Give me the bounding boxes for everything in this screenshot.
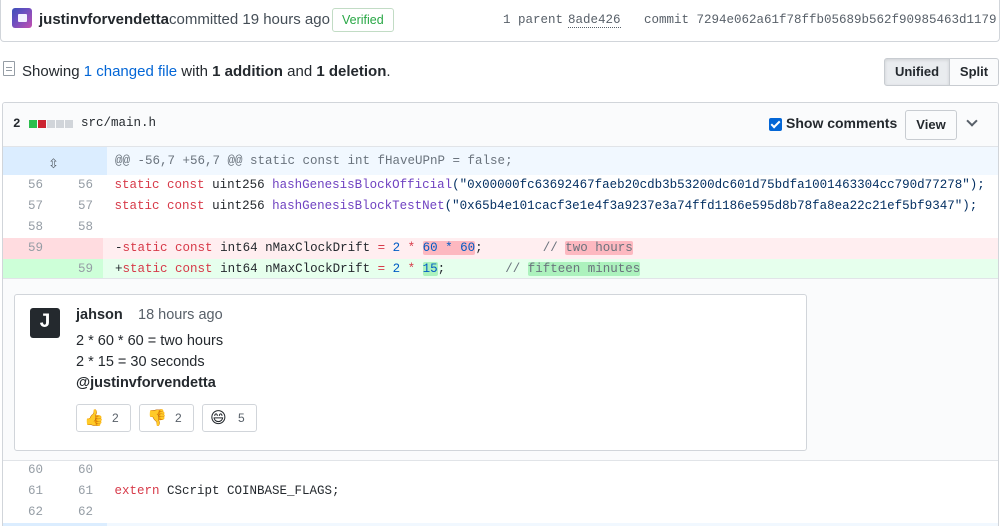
hunk-header: ⇳ @@ -56,7 +56,7 @@ static const int fHa…: [3, 147, 998, 175]
unified-view-button[interactable]: Unified: [884, 58, 950, 86]
diffstat-block: [29, 120, 37, 128]
file-name-link[interactable]: src/main.h: [81, 116, 156, 130]
comment-author-link[interactable]: jahson: [76, 307, 123, 323]
new-line-number[interactable]: 56: [53, 175, 103, 196]
commit-time: committed 19 hours ago: [169, 11, 330, 28]
new-line-number: [53, 238, 103, 259]
code-line: extern CScript COINBASE_FLAGS;: [114, 484, 340, 498]
diff-line: 58 58: [3, 217, 998, 238]
code-line: static const uint256 hashGenesisBlockOff…: [114, 178, 985, 192]
diffstat-block: [65, 120, 73, 128]
split-view-button[interactable]: Split: [949, 58, 999, 86]
inline-comment-thread: J jahson 18 hours ago 2 * 60 * 60 = two …: [3, 278, 998, 461]
commit-author-link[interactable]: justinvforvendetta: [39, 11, 169, 28]
comment: J jahson 18 hours ago 2 * 60 * 60 = two …: [14, 294, 807, 451]
diff-line: 60 60: [3, 460, 998, 481]
diff-line: 56 56 static const uint256 hashGenesisBl…: [3, 175, 998, 196]
reaction-thumbs-down-button[interactable]: 👎 2: [139, 404, 194, 432]
file-diff-icon: [3, 61, 15, 76]
diffstat-block: [47, 120, 55, 128]
thumbs-down-icon: 👎: [147, 408, 167, 427]
parent-label: 1 parent: [503, 13, 564, 27]
new-line-number[interactable]: 57: [53, 196, 103, 217]
added-line: 59 +static const int64 nMaxClockDrift = …: [3, 259, 998, 280]
thumbs-up-icon: 👍: [84, 408, 104, 427]
comment-body-line: 2 * 15 = 30 seconds: [76, 354, 205, 370]
new-line-number[interactable]: 62: [53, 502, 103, 523]
new-line-number[interactable]: 59: [53, 259, 103, 280]
diff-summary: Showing 1 changed file with 1 addition a…: [22, 63, 391, 80]
commit-header: justinvforvendetta committed 19 hours ag…: [0, 0, 1000, 42]
reaction-count: 2: [175, 411, 182, 425]
diffstat-bar: [29, 120, 74, 128]
old-line-number[interactable]: 56: [3, 175, 53, 196]
reaction-count: 2: [112, 411, 119, 425]
comment-body-line: 2 * 60 * 60 = two hours: [76, 333, 224, 349]
changed-segment: 15: [422, 262, 438, 276]
deleted-line: 59 -static const int64 nMaxClockDrift = …: [3, 238, 998, 259]
old-line-number[interactable]: 59: [3, 238, 53, 259]
diffstat-block: [38, 120, 46, 128]
new-line-number[interactable]: 61: [53, 481, 103, 502]
changed-files-link[interactable]: 1 changed file: [84, 63, 177, 80]
show-comments-checkbox[interactable]: [769, 118, 782, 131]
old-line-number[interactable]: 60: [3, 460, 53, 481]
code-line: -static const int64 nMaxClockDrift = 2 *…: [115, 241, 633, 255]
show-comments-label[interactable]: Show comments: [786, 115, 897, 131]
changed-segment: fifteen minutes: [527, 262, 641, 276]
old-line-number[interactable]: 61: [3, 481, 53, 502]
diff-line: 62 62: [3, 502, 998, 523]
user-mention-link[interactable]: @justinvforvendetta: [76, 375, 216, 391]
reaction-thumbs-up-button[interactable]: 👍 2: [76, 404, 131, 432]
comment-time-link[interactable]: 18 hours ago: [138, 307, 223, 323]
code-line: +static const int64 nMaxClockDrift = 2 *…: [115, 262, 641, 276]
old-line-number[interactable]: 57: [3, 196, 53, 217]
commit-sha: commit 7294e062a61f78ffb05689b562f909854…: [644, 13, 997, 27]
diff-line: 61 61 extern CScript COINBASE_FLAGS;: [3, 481, 998, 502]
smile-icon: 😄: [210, 408, 227, 427]
author-avatar[interactable]: [12, 8, 32, 28]
parent-sha-link[interactable]: 8ade426: [568, 13, 621, 28]
old-line-number[interactable]: 58: [3, 217, 53, 238]
view-file-button[interactable]: View: [905, 110, 957, 140]
file-header: 2 src/main.h Show comments View: [3, 103, 998, 147]
diff-line: 57 57 static const uint256 hashGenesisBl…: [3, 196, 998, 217]
diffstat-block: [56, 120, 64, 128]
expand-lines-button[interactable]: ⇳: [3, 147, 107, 175]
new-line-number[interactable]: 60: [53, 460, 103, 481]
hunk-header-text: @@ -56,7 +56,7 @@ static const int fHave…: [115, 154, 513, 168]
chevron-down-icon[interactable]: [966, 115, 978, 127]
reaction-smile-button[interactable]: 😄 5: [202, 404, 257, 432]
changed-segment: 60 * 60: [422, 241, 476, 255]
code-line: static const uint256 hashGenesisBlockTes…: [114, 199, 978, 213]
old-line-number[interactable]: 62: [3, 502, 53, 523]
verified-badge[interactable]: Verified: [332, 8, 394, 32]
changed-segment: two hours: [565, 241, 633, 255]
change-count: 2: [13, 117, 21, 131]
new-line-number[interactable]: 58: [53, 217, 103, 238]
old-line-number: [3, 259, 53, 280]
commenter-avatar[interactable]: J: [30, 308, 60, 338]
reaction-count: 5: [238, 411, 245, 425]
file-diff: 2 src/main.h Show comments View ⇳ @@ -56…: [2, 102, 999, 526]
